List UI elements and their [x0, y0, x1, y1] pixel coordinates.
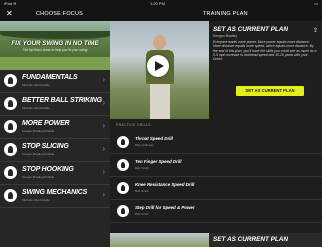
drill-author: Billy Hollinsay: [135, 143, 154, 147]
next-plan-card[interactable]: SET AS CURRENT PLAN: [110, 233, 322, 247]
focus-item-stop-slicing[interactable]: STOP SLICING Keegan Bradley/Clotilde ›: [0, 139, 110, 162]
plan-description: Everyone wants more power. More power eq…: [213, 40, 317, 62]
chevron-right-icon: ›: [102, 75, 105, 84]
focus-item-fundamentals[interactable]: FUNDAMENTALS Michelle Wie/Clotilde ›: [0, 70, 110, 93]
focus-item-name: SWING MECHANICS: [22, 189, 88, 196]
plan-title: SET AS CURRENT PLAN: [213, 26, 289, 33]
focus-item-name: FUNDAMENTALS: [22, 74, 78, 81]
hero-title: FIX YOUR SWING IN NO TIME: [11, 40, 99, 47]
focus-item-author: Keegan Bradley/Clotilde: [22, 175, 55, 179]
focus-hero-banner: FIX YOUR SWING IN NO TIME The top focus …: [0, 21, 110, 70]
drill-item[interactable]: Knee Resistance Speed Drill Bob Smith: [110, 177, 322, 200]
play-icon[interactable]: [147, 55, 169, 77]
golfer-icon: [4, 143, 17, 156]
focus-sidebar: FIX YOUR SWING IN NO TIME The top focus …: [0, 21, 110, 247]
focus-item-better-ball-striking[interactable]: BETTER BALL STRIKING Michelle Wie/Clotil…: [0, 93, 110, 116]
choose-focus-title: CHOOSE FOCUS: [36, 11, 84, 17]
focus-item-name: STOP SLICING: [22, 143, 69, 150]
golfer-icon: [4, 74, 17, 87]
focus-item-author: Michelle Wie/Clotilde: [22, 106, 50, 110]
chevron-right-icon: ›: [102, 98, 105, 107]
clock: 1:20 PM: [150, 1, 165, 6]
drill-icon: [117, 205, 129, 217]
chevron-right-icon: ›: [102, 167, 105, 176]
chevron-right-icon: ›: [102, 121, 105, 130]
focus-item-more-power[interactable]: MORE POWER Keegan Bradley/Clotilde ›: [0, 116, 110, 139]
golfer-icon: [4, 97, 17, 110]
drill-item[interactable]: Ten Finger Speed Drill Bob Smith: [110, 154, 322, 177]
drill-name: Knee Resistance Speed Drill: [135, 182, 195, 187]
golfer-icon: [4, 120, 17, 133]
training-plan-title: TRAINING PLAN: [203, 11, 248, 17]
plan-details: SET AS CURRENT PLAN ⇪ Keegan Bradley Eve…: [213, 21, 321, 119]
status-bar: iPad ≋ 1:20 PM ▭: [0, 0, 322, 7]
plan-video-thumbnail[interactable]: [110, 21, 209, 119]
close-icon[interactable]: ✕: [6, 10, 13, 18]
drill-author: Bob Smith: [135, 189, 149, 193]
next-plan-title: SET AS CURRENT PLAN: [213, 236, 289, 243]
chevron-right-icon: ›: [102, 190, 105, 199]
practice-drills-label: PRACTICE DRILLS: [116, 123, 151, 127]
drill-item[interactable]: Throat Speed Drill Billy Hollinsay: [110, 131, 322, 154]
training-plan-panel: SET AS CURRENT PLAN ⇪ Keegan Bradley Eve…: [110, 21, 322, 247]
drill-name: Throat Speed Drill: [135, 136, 173, 141]
focus-item-author: Keegan Bradley/Clotilde: [22, 152, 55, 156]
next-plan-thumbnail: [110, 233, 209, 247]
focus-item-swing-mechanics[interactable]: SWING MECHANICS Michelle Wie/Clotilde ›: [0, 185, 110, 208]
focus-item-name: BETTER BALL STRIKING: [22, 97, 102, 104]
drill-name: Ten Finger Speed Drill: [135, 159, 182, 164]
drill-item[interactable]: Step Drill for Speed & Power Bob Smith: [110, 200, 322, 223]
drill-icon: [117, 182, 129, 194]
focus-item-stop-hooking[interactable]: STOP HOOKING Keegan Bradley/Clotilde ›: [0, 162, 110, 185]
chevron-right-icon: ›: [102, 144, 105, 153]
plan-author: Keegan Bradley: [213, 34, 238, 38]
focus-item-author: Michelle Wie/Clotilde: [22, 198, 50, 202]
focus-item-name: MORE POWER: [22, 120, 70, 127]
focus-item-author: Keegan Bradley/Clotilde: [22, 129, 55, 133]
hero-subtitle: The top focus areas to help you fix your…: [22, 48, 88, 52]
share-icon[interactable]: ⇪: [313, 27, 318, 34]
drill-name: Step Drill for Speed & Power: [135, 205, 195, 210]
navigation-bar: ✕ CHOOSE FOCUS TRAINING PLAN: [0, 7, 322, 21]
set-current-plan-button[interactable]: SET AS CURRENT PLAN: [236, 86, 304, 96]
drill-icon: [117, 159, 129, 171]
drill-author: Bob Smith: [135, 166, 149, 170]
carrier-label: iPad ≋: [4, 1, 17, 6]
golfer-icon: [4, 166, 17, 179]
focus-item-author: Michelle Wie/Clotilde: [22, 83, 50, 87]
battery-icon: ▭: [314, 1, 318, 6]
drill-icon: [117, 136, 129, 148]
focus-item-name: STOP HOOKING: [22, 166, 74, 173]
golfer-icon: [4, 189, 17, 202]
drill-author: Bob Smith: [135, 212, 149, 216]
